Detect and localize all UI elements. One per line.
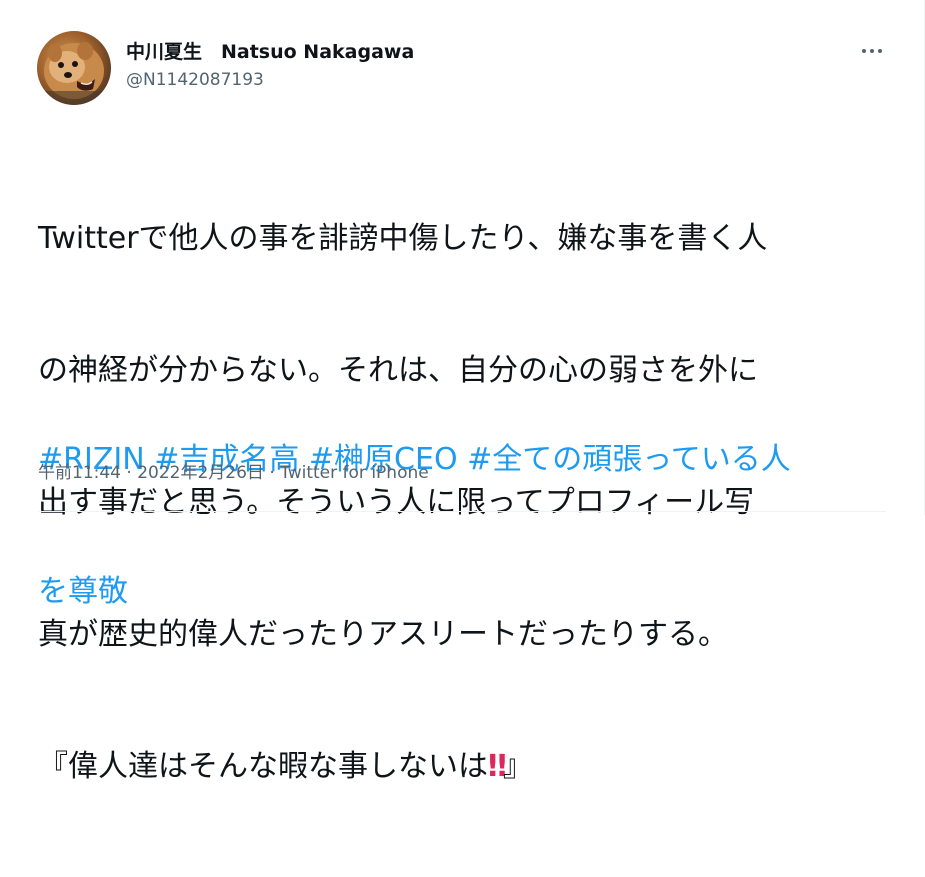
tweet-source[interactable]: Twitter for iPhone <box>280 463 429 483</box>
user-handle[interactable]: @N1142087193 <box>126 68 414 92</box>
dog-avatar-icon <box>37 42 111 105</box>
more-options-icon <box>860 49 884 53</box>
more-options-button[interactable] <box>852 36 892 66</box>
tweet-date[interactable]: 2022年2月26日 <box>137 463 264 483</box>
tweet-card: 中川夏生 Natsuo Nakagawa @N1142087193 Twitte… <box>0 0 925 784</box>
hashtags: #RIZIN #吉成名高 #榊原CEO #全ての頑張っている人 を尊敬 <box>38 350 898 702</box>
display-name[interactable]: 中川夏生 Natsuo Nakagawa <box>126 40 414 64</box>
tweet-time[interactable]: 午前11:44 <box>38 463 121 483</box>
author-info: 中川夏生 Natsuo Nakagawa @N1142087193 <box>126 40 414 92</box>
meta-separator: · <box>263 463 281 483</box>
hashtag-line: を尊敬 <box>38 570 898 614</box>
tweet-text-line: Twitterで他人の事を誹謗中傷したり、嫌な事を書く人 <box>38 221 768 256</box>
meta-separator: · <box>121 463 138 483</box>
divider <box>38 511 886 512</box>
double-exclamation-icon: ‼ <box>488 749 507 784</box>
tweet-meta: 午前11:44 · 2022年2月26日 · Twitter for iPhon… <box>38 461 429 485</box>
tweet-quote-line: 『偉人達はそんな暇な事しないは‼』 <box>38 745 878 789</box>
hashtag-continuation[interactable]: を尊敬 <box>38 574 128 609</box>
quote-close: 』 <box>502 749 533 784</box>
hashtag-all-hardworking[interactable]: #全ての頑張っている人 <box>467 442 791 477</box>
avatar[interactable] <box>37 31 111 105</box>
quote-text: 『偉人達はそんな暇な事しないは <box>38 749 488 784</box>
